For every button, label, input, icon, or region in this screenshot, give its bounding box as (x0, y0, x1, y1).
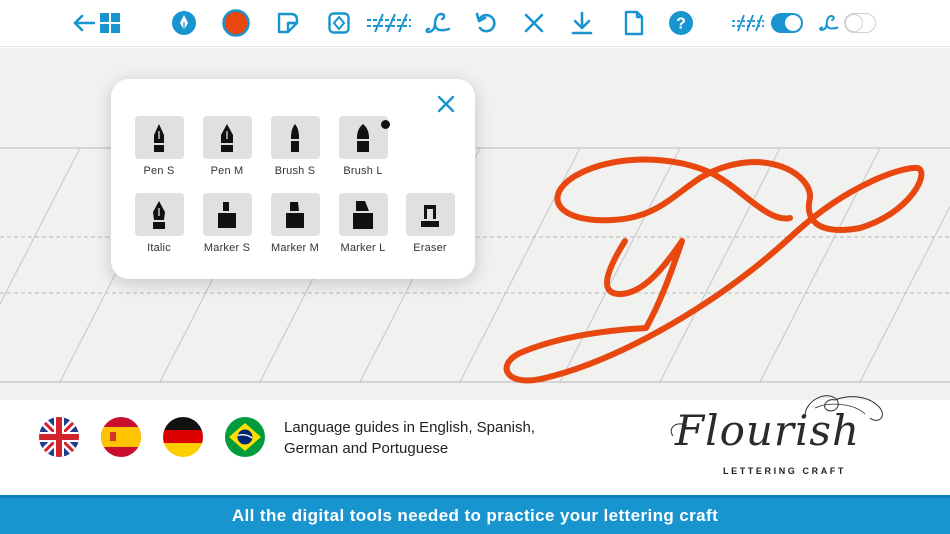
letter-guide-toggle[interactable] (843, 6, 877, 40)
document-icon[interactable] (620, 6, 648, 40)
tool-pen-s[interactable]: Pen S (126, 116, 192, 177)
help-icon[interactable]: ? (667, 6, 695, 40)
tool-label: Brush L (343, 165, 383, 177)
brush-large-icon (357, 123, 369, 152)
color-swatch-icon[interactable] (222, 6, 250, 40)
tool-label: Pen S (143, 165, 175, 177)
language-text-line2: German and Portuguese (284, 440, 449, 457)
flourish-logo: Flourish LETTERING CRAFT (665, 386, 895, 476)
italic-pen-icon (153, 200, 165, 229)
guidelines-icon[interactable] (366, 6, 412, 40)
grid-icon[interactable] (98, 6, 122, 40)
eraser-icon (421, 204, 439, 227)
info-section: Language guides in English, Spanish, Ger… (0, 395, 950, 495)
tool-label: Marker L (340, 242, 386, 254)
selected-dot (380, 120, 390, 129)
tool-eraser[interactable]: Eraser (397, 193, 463, 254)
letter-guide-icon[interactable] (424, 6, 452, 40)
tool-label: Eraser (413, 242, 447, 254)
tool-brush-l[interactable]: Brush L (330, 116, 396, 177)
logo-word: Flourish (675, 406, 861, 455)
guidelines-toggle-icon (731, 6, 765, 40)
tool-label: Pen M (210, 165, 244, 177)
tool-marker-m[interactable]: Marker M (262, 193, 328, 254)
tool-label: Italic (147, 242, 171, 254)
tool-pen-m[interactable]: Pen M (194, 116, 260, 177)
spain-flag-icon (101, 417, 141, 457)
uk-flag-icon (39, 417, 79, 457)
bottom-banner: All the digital tools needed to practice… (0, 495, 950, 534)
marker-medium-icon (286, 201, 304, 228)
marker-large-icon (353, 200, 373, 229)
download-icon[interactable] (568, 6, 596, 40)
guidelines-toggle[interactable] (770, 6, 804, 40)
brazil-flag-icon (225, 417, 265, 457)
tool-picker-popup: Pen S Pen M Brush S Brush L Italic Marke… (111, 79, 475, 279)
tool-italic[interactable]: Italic (126, 193, 192, 254)
back-arrow-icon[interactable] (72, 6, 96, 40)
svg-text:?: ? (676, 16, 686, 33)
brush-small-icon (291, 123, 299, 152)
banner-text: All the digital tools needed to practice… (231, 506, 719, 525)
pen-nib-icon[interactable] (170, 6, 198, 40)
germany-flag-icon (163, 417, 203, 457)
tool-label: Brush S (274, 165, 316, 177)
fountain-pen-medium-icon (221, 123, 233, 152)
close-icon[interactable] (435, 93, 457, 115)
toolbar: ? (0, 0, 950, 47)
language-text-line1: Language guides in English, Spanish, (284, 419, 536, 436)
language-guides-text: Language guides in English, Spanish, Ger… (284, 417, 584, 459)
tool-marker-s[interactable]: Marker S (194, 193, 260, 254)
clear-icon[interactable] (520, 6, 548, 40)
tool-label: Marker M (270, 242, 320, 254)
logo-subtitle: LETTERING CRAFT (723, 466, 846, 476)
letter-guide-toggle-icon (818, 6, 840, 40)
tool-brush-s[interactable]: Brush S (262, 116, 328, 177)
marker-small-icon (218, 201, 236, 228)
undo-icon[interactable] (472, 6, 500, 40)
paper-icon[interactable] (274, 6, 302, 40)
tool-marker-l[interactable]: Marker L (330, 193, 396, 254)
stamp-icon[interactable] (325, 6, 353, 40)
fountain-pen-small-icon (154, 123, 164, 152)
tool-label: Marker S (203, 242, 251, 254)
